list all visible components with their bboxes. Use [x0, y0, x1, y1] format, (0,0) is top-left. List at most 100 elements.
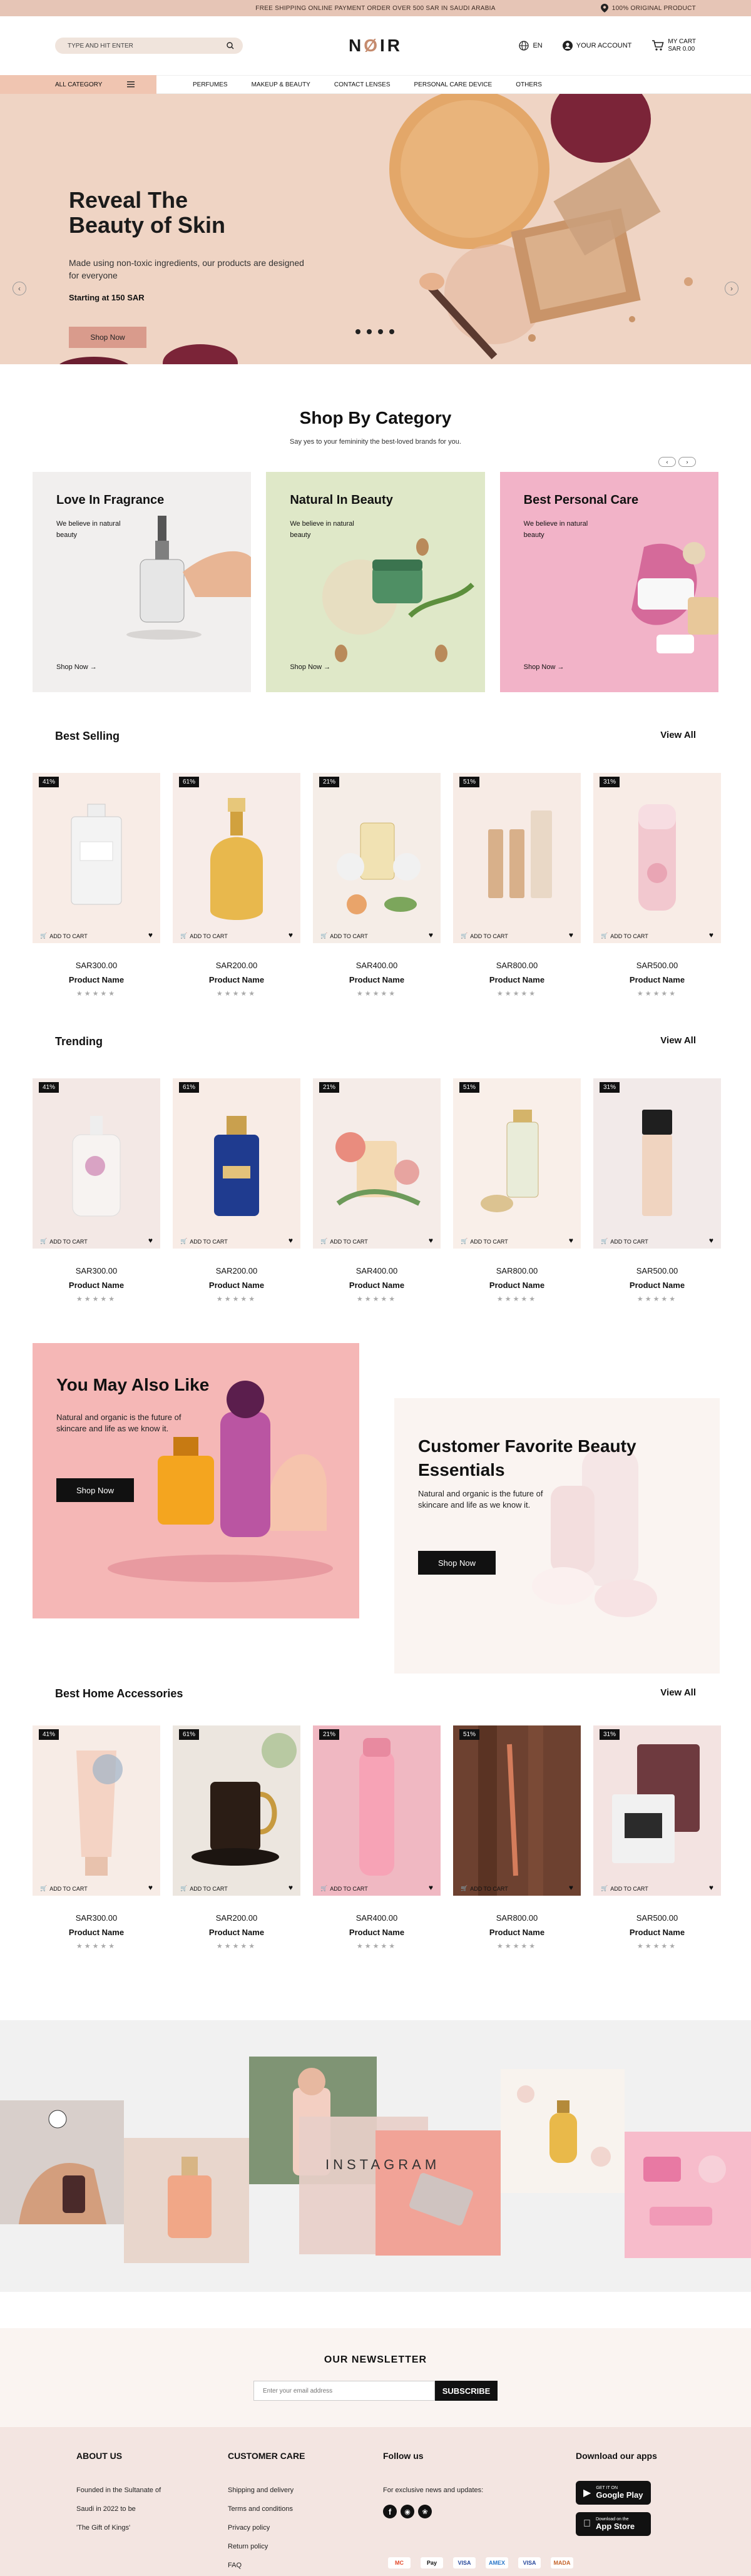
- carousel-dot[interactable]: [367, 329, 372, 334]
- product-name[interactable]: Product Name: [453, 1280, 581, 1290]
- hero-shop-now-button[interactable]: Shop Now: [69, 327, 146, 348]
- product-card[interactable]: 31% 🛒 ADD TO CART ♥ SAR500.00 Product Name ★★★…: [593, 1078, 721, 1303]
- add-to-cart-button[interactable]: 🛒 ADD TO CART: [320, 933, 368, 939]
- facebook-icon[interactable]: f: [383, 2505, 397, 2518]
- product-card[interactable]: 31% 🛒 ADD TO CART ♥ SAR500.00 Product Name ★★★…: [593, 773, 721, 998]
- search-input[interactable]: TYPE AND HIT ENTER: [68, 43, 227, 49]
- product-name[interactable]: Product Name: [453, 975, 581, 984]
- search-bar[interactable]: TYPE AND HIT ENTER: [55, 38, 243, 54]
- instagram-tile[interactable]: [376, 2130, 501, 2256]
- footer-link-faq[interactable]: FAQ: [228, 2556, 305, 2575]
- footer-link-terms[interactable]: Terms and conditions: [228, 2500, 305, 2518]
- heart-icon[interactable]: ♥: [569, 1236, 573, 1245]
- add-to-cart-button[interactable]: 🛒 ADD TO CART: [40, 933, 88, 939]
- carousel-dot[interactable]: [378, 329, 383, 334]
- product-name[interactable]: Product Name: [593, 1280, 721, 1290]
- heart-icon[interactable]: ♥: [289, 1883, 293, 1892]
- heart-icon[interactable]: ♥: [709, 1236, 713, 1245]
- product-name[interactable]: Product Name: [173, 1280, 300, 1290]
- app-store-button[interactable]:  Download on theApp Store: [576, 2512, 651, 2536]
- product-image[interactable]: 51% 🛒 ADD TO CART ♥: [453, 1078, 581, 1249]
- product-name[interactable]: Product Name: [33, 975, 160, 984]
- product-card[interactable]: 51% 🛒 ADD TO CART ♥ SAR800.00 Product Name ★★★…: [453, 1725, 581, 1950]
- product-name[interactable]: Product Name: [453, 1928, 581, 1937]
- product-card[interactable]: 21% 🛒 ADD TO CART ♥ SAR400.00 Product Name ★★★…: [313, 1725, 441, 1950]
- customer-favorite-banner[interactable]: Customer Favorite Beauty Essentials Natur…: [394, 1398, 720, 1674]
- category-prev-arrow[interactable]: ‹: [658, 457, 676, 467]
- add-to-cart-button[interactable]: 🛒 ADD TO CART: [180, 933, 228, 939]
- add-to-cart-button[interactable]: 🛒 ADD TO CART: [461, 933, 508, 939]
- product-image[interactable]: 31% 🛒 ADD TO CART ♥: [593, 1078, 721, 1249]
- nav-link-personal-care[interactable]: PERSONAL CARE DEVICE: [414, 81, 493, 88]
- add-to-cart-button[interactable]: 🛒 ADD TO CART: [601, 1238, 648, 1245]
- cart-link[interactable]: MY CART SAR 0.00: [651, 38, 696, 53]
- search-icon[interactable]: [227, 42, 234, 49]
- product-card[interactable]: 21% 🛒 ADD TO CART ♥ SAR400.00 Product Name ★★★…: [313, 1078, 441, 1303]
- category-shop-now-link[interactable]: Shop Now →: [290, 663, 330, 671]
- hero-next-arrow[interactable]: ›: [725, 282, 738, 295]
- product-card[interactable]: 51% 🛒 ADD TO CART ♥ SAR800.00 Product Name ★★★…: [453, 1078, 581, 1303]
- instagram-tile[interactable]: [625, 2132, 751, 2258]
- add-to-cart-button[interactable]: 🛒 ADD TO CART: [601, 933, 648, 939]
- product-name[interactable]: Product Name: [173, 1928, 300, 1937]
- subscribe-button[interactable]: SUBSCRIBE: [435, 2381, 498, 2401]
- product-image[interactable]: 31% 🛒 ADD TO CART ♥: [593, 773, 721, 943]
- best-selling-view-all[interactable]: View All: [660, 730, 696, 743]
- product-name[interactable]: Product Name: [313, 1928, 441, 1937]
- heart-icon[interactable]: ♥: [569, 931, 573, 939]
- add-to-cart-button[interactable]: 🛒 ADD TO CART: [320, 1238, 368, 1245]
- product-name[interactable]: Product Name: [173, 975, 300, 984]
- promo-left-shop-now-button[interactable]: Shop Now: [56, 1478, 134, 1502]
- category-next-arrow[interactable]: ›: [678, 457, 696, 467]
- product-card[interactable]: 61% 🛒 ADD TO CART ♥ SAR200.00 Product Name ★★★…: [173, 1725, 300, 1950]
- heart-icon[interactable]: ♥: [289, 1236, 293, 1245]
- language-selector[interactable]: EN: [519, 41, 543, 51]
- add-to-cart-button[interactable]: 🛒 ADD TO CART: [40, 1238, 88, 1245]
- product-card[interactable]: 41% 🛒 ADD TO CART ♥ SAR300.00 Product Name ★★★…: [33, 1725, 160, 1950]
- product-name[interactable]: Product Name: [593, 1928, 721, 1937]
- product-card[interactable]: 51% 🛒 ADD TO CART ♥ SAR800.00 Product Name ★★★…: [453, 773, 581, 998]
- carousel-dot[interactable]: [389, 329, 394, 334]
- product-image[interactable]: 21% 🛒 ADD TO CART ♥: [313, 773, 441, 943]
- home-accessories-view-all[interactable]: View All: [660, 1687, 696, 1700]
- instagram-tile[interactable]: [501, 2069, 625, 2193]
- footer-link-shipping[interactable]: Shipping and delivery: [228, 2481, 305, 2500]
- heart-icon[interactable]: ♥: [429, 1883, 433, 1892]
- product-image[interactable]: 21% 🛒 ADD TO CART ♥: [313, 1078, 441, 1249]
- brand-logo[interactable]: NØIR: [349, 36, 402, 56]
- heart-icon[interactable]: ♥: [148, 1883, 153, 1892]
- product-name[interactable]: Product Name: [593, 975, 721, 984]
- category-shop-now-link[interactable]: Shop Now →: [524, 663, 565, 671]
- promo-right-shop-now-button[interactable]: Shop Now: [418, 1551, 496, 1575]
- product-card[interactable]: 61% 🛒 ADD TO CART ♥ SAR200.00 Product Name ★★★…: [173, 773, 300, 998]
- all-category-button[interactable]: ALL CATEGORY: [0, 75, 156, 94]
- product-image[interactable]: 31% 🛒 ADD TO CART ♥: [593, 1725, 721, 1896]
- product-name[interactable]: Product Name: [313, 975, 441, 984]
- add-to-cart-button[interactable]: 🛒 ADD TO CART: [461, 1238, 508, 1245]
- product-image[interactable]: 41% 🛒 ADD TO CART ♥: [33, 773, 160, 943]
- product-card[interactable]: 21% 🛒 ADD TO CART ♥ SAR400.00 Product Name ★★★…: [313, 773, 441, 998]
- nav-link-others[interactable]: OTHERS: [516, 81, 542, 88]
- instagram-tile[interactable]: [0, 2100, 124, 2224]
- newsletter-email-input[interactable]: [253, 2381, 435, 2401]
- nav-link-perfumes[interactable]: PERFUMES: [193, 81, 228, 88]
- product-name[interactable]: Product Name: [313, 1280, 441, 1290]
- product-name[interactable]: Product Name: [33, 1928, 160, 1937]
- account-link[interactable]: YOUR ACCOUNT: [562, 41, 631, 51]
- product-card[interactable]: 31% 🛒 ADD TO CART ♥ SAR500.00 Product Name ★★★…: [593, 1725, 721, 1950]
- instagram-icon[interactable]: ◉: [401, 2505, 414, 2518]
- product-image[interactable]: 61% 🛒 ADD TO CART ♥: [173, 773, 300, 943]
- add-to-cart-button[interactable]: 🛒 ADD TO CART: [180, 1238, 228, 1245]
- product-image[interactable]: 61% 🛒 ADD TO CART ♥: [173, 1078, 300, 1249]
- footer-link-privacy[interactable]: Privacy policy: [228, 2518, 305, 2537]
- product-image[interactable]: 51% 🛒 ADD TO CART ♥: [453, 1725, 581, 1896]
- you-may-also-like-banner[interactable]: You May Also Like Natural and organic is…: [33, 1343, 359, 1618]
- product-name[interactable]: Product Name: [33, 1280, 160, 1290]
- add-to-cart-button[interactable]: 🛒 ADD TO CART: [40, 1885, 88, 1892]
- product-image[interactable]: 41% 🛒 ADD TO CART ♥: [33, 1725, 160, 1896]
- nav-link-makeup[interactable]: MAKEUP & BEAUTY: [252, 81, 310, 88]
- heart-icon[interactable]: ♥: [429, 931, 433, 939]
- product-card[interactable]: 41% 🛒 ADD TO CART ♥ SAR300.00 Product Name ★★★…: [33, 1078, 160, 1303]
- google-play-button[interactable]: ▶ GET IT ON Google Play: [576, 2481, 651, 2505]
- heart-icon[interactable]: ♥: [569, 1883, 573, 1892]
